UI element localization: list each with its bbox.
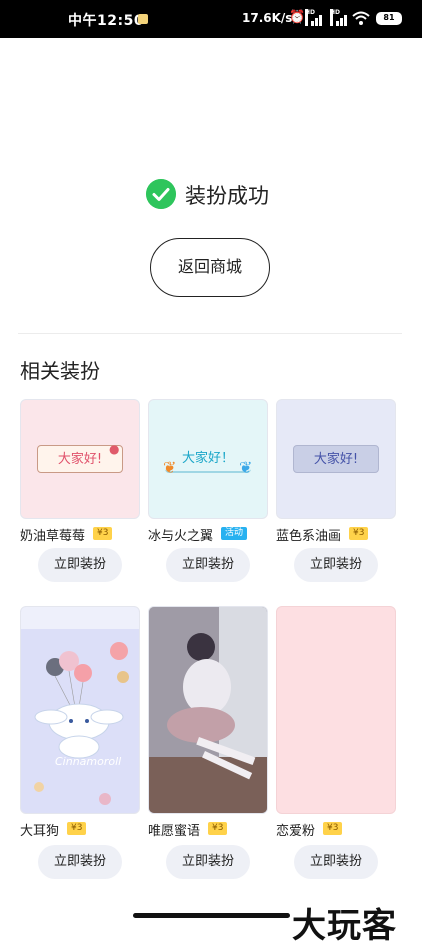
- outfit-preview[interactable]: Cinnamoroll: [20, 606, 140, 814]
- preview-script: Cinnamoroll: [55, 755, 122, 768]
- price-badge: ¥3: [93, 527, 113, 540]
- outfit-name: 冰与火之翼: [148, 529, 214, 544]
- outfit-card[interactable]: Cinnamoroll 大耳狗 ¥3 立即装扮: [20, 606, 140, 879]
- wear-now-button[interactable]: 立即装扮: [166, 845, 250, 879]
- outfit-name: 恋爱粉: [276, 824, 316, 839]
- outfit-preview[interactable]: [276, 606, 396, 814]
- success-message: 装扮成功: [185, 184, 269, 208]
- fire-wing-icon: ❦: [163, 458, 177, 477]
- outfit-card[interactable]: 恋爱粉 ¥3 立即装扮: [276, 606, 396, 879]
- home-indicator[interactable]: [133, 913, 290, 918]
- check-circle-icon: [146, 179, 176, 209]
- battery-icon: 81: [376, 12, 402, 25]
- price-badge: ¥3: [67, 822, 87, 835]
- wifi-icon: [352, 11, 370, 25]
- outfit-preview[interactable]: [148, 606, 268, 814]
- status-time: 中午12:50: [68, 13, 145, 29]
- alarm-icon: ⏰: [289, 10, 306, 25]
- wear-now-button[interactable]: 立即装扮: [166, 548, 250, 582]
- wear-now-button[interactable]: 立即装扮: [294, 548, 378, 582]
- outfit-preview[interactable]: 大家好！ ❦ ❦: [148, 399, 268, 519]
- signal-icon: HD: [305, 9, 323, 26]
- price-badge: ¥3: [208, 822, 228, 835]
- price-badge: ¥3: [323, 822, 343, 835]
- status-bar: 中午12:50 17.6K/s ⏰ HD HD 81: [0, 0, 422, 38]
- section-title: 相关装扮: [20, 359, 100, 383]
- outfit-name: 奶油草莓莓: [20, 529, 86, 544]
- outfit-card[interactable]: 大家好! ● 奶油草莓莓 ¥3 立即装扮: [20, 399, 140, 582]
- ice-wing-icon: ❦: [239, 458, 253, 477]
- success-row: 装扮成功: [0, 178, 422, 210]
- wear-now-button[interactable]: 立即装扮: [38, 548, 122, 582]
- back-to-mall-button[interactable]: 返回商城: [150, 238, 270, 297]
- cinnamoroll-illustration: [21, 607, 139, 805]
- notification-icon: [138, 14, 148, 24]
- outfit-name: 唯愿蜜语: [148, 824, 201, 839]
- outfit-preview[interactable]: 大家好! ●: [20, 399, 140, 519]
- divider: [18, 333, 402, 334]
- outfit-card[interactable]: 唯愿蜜语 ¥3 立即装扮: [148, 606, 268, 879]
- wear-now-button[interactable]: 立即装扮: [294, 845, 378, 879]
- wear-now-button[interactable]: 立即装扮: [38, 845, 122, 879]
- network-speed: 17.6K/s: [242, 11, 293, 25]
- outfit-name: 蓝色系油画: [276, 529, 342, 544]
- preview-bubble: 大家好!: [293, 445, 379, 473]
- outfit-card[interactable]: 大家好！ ❦ ❦ 冰与火之翼 活动 立即装扮: [148, 399, 268, 582]
- event-badge: 活动: [221, 527, 248, 540]
- watermark: 大玩客: [292, 906, 397, 945]
- photo-illustration: [149, 607, 267, 813]
- strawberry-icon: ●: [109, 442, 120, 456]
- signal-icon: HD: [330, 9, 348, 26]
- outfit-preview[interactable]: 大家好!: [276, 399, 396, 519]
- price-badge: ¥3: [349, 527, 369, 540]
- outfit-name: 大耳狗: [20, 824, 60, 839]
- outfit-card[interactable]: 大家好! 蓝色系油画 ¥3 立即装扮: [276, 399, 396, 582]
